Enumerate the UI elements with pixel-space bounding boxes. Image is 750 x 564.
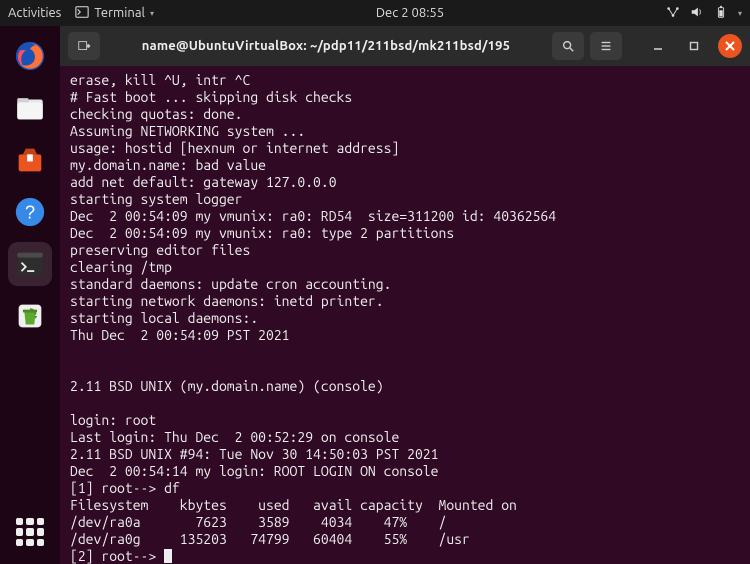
terminal-line: Assuming NETWORKING system ... bbox=[70, 123, 740, 140]
terminal-line: clearing /tmp bbox=[70, 259, 740, 276]
window-title: name@UbuntuVirtualBox: ~/pdp11/211bsd/mk… bbox=[106, 39, 546, 53]
terminal-icon bbox=[75, 5, 89, 22]
dock-firefox[interactable] bbox=[8, 34, 52, 78]
terminal-line: starting local daemons:. bbox=[70, 310, 740, 327]
terminal-line: /dev/ra0g 135203 74799 60404 55% /usr bbox=[70, 531, 740, 548]
close-button[interactable] bbox=[718, 34, 742, 58]
app-menu[interactable]: Terminal ▾ bbox=[75, 5, 154, 22]
network-icon bbox=[666, 5, 680, 22]
chevron-down-icon: ▾ bbox=[738, 9, 742, 18]
terminal-line: standard daemons: update cron accounting… bbox=[70, 276, 740, 293]
terminal-line: Filesystem kbytes used avail capacity Mo… bbox=[70, 497, 740, 514]
terminal-line: starting network daemons: inetd printer. bbox=[70, 293, 740, 310]
maximize-button[interactable] bbox=[682, 34, 706, 58]
terminal-line: starting system logger bbox=[70, 191, 740, 208]
status-area[interactable]: ▾ bbox=[666, 5, 742, 22]
clock[interactable]: Dec 2 08:55 bbox=[154, 6, 666, 20]
terminal-line: # Fast boot ... skipping disk checks bbox=[70, 89, 740, 106]
minimize-button[interactable] bbox=[646, 34, 670, 58]
dock-terminal[interactable] bbox=[8, 242, 52, 286]
terminal-line: login: root bbox=[70, 412, 740, 429]
hamburger-menu-button[interactable] bbox=[590, 32, 622, 60]
terminal-window: name@UbuntuVirtualBox: ~/pdp11/211bsd/mk… bbox=[60, 26, 750, 564]
terminal-line: Dec 2 00:54:14 my login: ROOT LOGIN ON c… bbox=[70, 463, 740, 480]
terminal-line bbox=[70, 361, 740, 378]
svg-text:?: ? bbox=[25, 201, 35, 222]
battery-icon bbox=[714, 5, 728, 22]
ubuntu-dock: ? bbox=[0, 26, 60, 564]
search-button[interactable] bbox=[552, 32, 584, 60]
volume-icon bbox=[690, 5, 704, 22]
terminal-line: Dec 2 00:54:09 my vmunix: ra0: RD54 size… bbox=[70, 208, 740, 225]
apps-grid-icon bbox=[16, 518, 44, 546]
terminal-line bbox=[70, 395, 740, 412]
terminal-line: Thu Dec 2 00:54:09 PST 2021 bbox=[70, 327, 740, 344]
dock-trash[interactable] bbox=[8, 294, 52, 338]
terminal-line: add net default: gateway 127.0.0.0 bbox=[70, 174, 740, 191]
terminal-line: checking quotas: done. bbox=[70, 106, 740, 123]
terminal-cursor bbox=[164, 549, 172, 563]
dock-help[interactable]: ? bbox=[8, 190, 52, 234]
terminal-line: [1] root--> df bbox=[70, 480, 740, 497]
terminal-headerbar: name@UbuntuVirtualBox: ~/pdp11/211bsd/mk… bbox=[60, 26, 750, 66]
terminal-line: /dev/ra0a 7623 3589 4034 47% / bbox=[70, 514, 740, 531]
terminal-prompt: [2] root--> bbox=[70, 548, 164, 564]
app-menu-label: Terminal bbox=[94, 6, 145, 20]
terminal-line: erase, kill ^U, intr ^C bbox=[70, 72, 740, 89]
terminal-line: Dec 2 00:54:09 my vmunix: ra0: type 2 pa… bbox=[70, 225, 740, 242]
dock-show-applications[interactable] bbox=[8, 510, 52, 554]
chevron-down-icon: ▾ bbox=[150, 9, 154, 18]
terminal-line: preserving editor files bbox=[70, 242, 740, 259]
terminal-line: usage: hostid [hexnum or internet addres… bbox=[70, 140, 740, 157]
terminal-line: 2.11 BSD UNIX (my.domain.name) (console) bbox=[70, 378, 740, 395]
dock-files[interactable] bbox=[8, 86, 52, 130]
new-tab-button[interactable] bbox=[68, 32, 100, 60]
terminal-prompt-line[interactable]: [2] root--> bbox=[70, 548, 740, 564]
gnome-top-bar: Activities Terminal ▾ Dec 2 08:55 ▾ bbox=[0, 0, 750, 26]
dock-software[interactable] bbox=[8, 138, 52, 182]
terminal-line: my.domain.name: bad value bbox=[70, 157, 740, 174]
terminal-line bbox=[70, 344, 740, 361]
terminal-line: 2.11 BSD UNIX #94: Tue Nov 30 14:50:03 P… bbox=[70, 446, 740, 463]
terminal-output[interactable]: erase, kill ^U, intr ^C# Fast boot ... s… bbox=[60, 66, 750, 564]
activities-button[interactable]: Activities bbox=[8, 6, 61, 20]
terminal-line: Last login: Thu Dec 2 00:52:29 on consol… bbox=[70, 429, 740, 446]
